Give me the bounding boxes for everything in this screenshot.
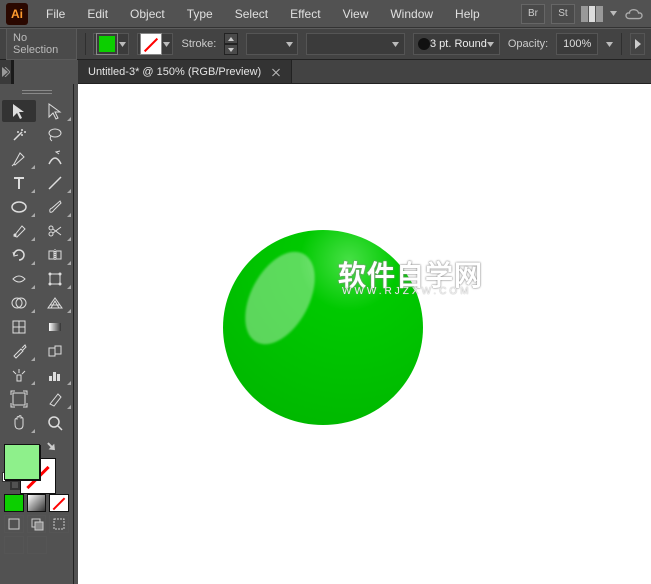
document-tab-title: Untitled-3* @ 150% (RGB/Preview)	[88, 66, 261, 78]
direct-selection-tool[interactable]	[38, 100, 72, 122]
stroke-weight-stepper[interactable]	[224, 33, 238, 55]
app-logo-text: Ai	[11, 7, 23, 21]
color-mode-gradient[interactable]	[27, 494, 47, 512]
selection-indicator: No Selection	[6, 28, 77, 60]
reflect-tool[interactable]	[38, 244, 72, 266]
separator	[621, 33, 622, 55]
panel-drag-handle-icon[interactable]	[2, 88, 71, 98]
menu-bar: Ai File Edit Object Type Select Effect V…	[0, 0, 651, 28]
swap-fill-stroke-icon[interactable]	[42, 440, 62, 460]
chevron-down-icon	[285, 33, 293, 55]
magic-wand-tool[interactable]	[2, 124, 36, 146]
chevron-down-icon	[487, 33, 495, 55]
slice-tool[interactable]	[38, 388, 72, 410]
screen-mode-full[interactable]	[27, 536, 47, 554]
canvas-area[interactable]: 软件自学网 WWW.RJZXW.COM	[78, 84, 651, 584]
draw-mode-row	[2, 515, 71, 533]
fill-stroke-box	[2, 440, 62, 490]
symbol-sprayer-tool[interactable]	[2, 364, 36, 386]
perspective-grid-tool[interactable]	[38, 292, 72, 314]
brush-name: 3 pt. Round	[430, 38, 487, 50]
selection-tool[interactable]	[2, 100, 36, 122]
draw-normal[interactable]	[4, 515, 24, 533]
eyedropper-tool[interactable]	[2, 340, 36, 362]
menu-window[interactable]: Window	[380, 3, 443, 25]
panel-collapse-tab[interactable]	[0, 60, 14, 84]
stock-button[interactable]: St	[551, 4, 575, 24]
tool-panel	[0, 84, 74, 584]
stroke-color-picker[interactable]	[137, 33, 173, 55]
opacity-text: 100%	[563, 38, 591, 50]
draw-inside[interactable]	[49, 515, 69, 533]
artboard[interactable]: 软件自学网 WWW.RJZXW.COM	[78, 84, 651, 584]
draw-behind[interactable]	[27, 515, 47, 533]
document-tab[interactable]: Untitled-3* @ 150% (RGB/Preview)	[78, 60, 292, 83]
blend-tool[interactable]	[38, 340, 72, 362]
type-tool[interactable]	[2, 172, 36, 194]
sync-cloud-icon[interactable]	[623, 6, 645, 22]
scissors-tool[interactable]	[38, 220, 72, 242]
pen-tool[interactable]	[2, 148, 36, 170]
color-mode-color[interactable]	[4, 494, 24, 512]
chevron-down-icon	[118, 33, 126, 55]
highlight-ellipse	[231, 240, 329, 356]
column-graph-tool[interactable]	[38, 364, 72, 386]
opacity-value[interactable]: 100%	[556, 33, 598, 55]
line-tool[interactable]	[38, 172, 72, 194]
separator	[85, 33, 86, 55]
brush-select[interactable]: 3 pt. Round	[413, 33, 500, 55]
step-down-icon[interactable]	[224, 44, 238, 55]
color-mode-row	[2, 494, 71, 512]
gradient-tool[interactable]	[38, 316, 72, 338]
menu-select[interactable]: Select	[225, 3, 278, 25]
fill-color-picker[interactable]	[93, 33, 129, 55]
step-up-icon[interactable]	[224, 33, 238, 44]
workspace-dropdown[interactable]	[609, 3, 617, 25]
rotate-tool[interactable]	[2, 244, 36, 266]
menu-effect[interactable]: Effect	[280, 3, 330, 25]
ellipse-tool[interactable]	[2, 196, 36, 218]
fill-swatch-main[interactable]	[4, 444, 40, 480]
free-transform-tool[interactable]	[38, 268, 72, 290]
shape-builder-tool[interactable]	[2, 292, 36, 314]
hand-tool[interactable]	[2, 412, 36, 434]
zoom-tool[interactable]	[38, 412, 72, 434]
shaper-tool[interactable]	[2, 220, 36, 242]
app-logo: Ai	[6, 3, 28, 25]
close-icon[interactable]	[271, 67, 281, 77]
bridge-button[interactable]: Br	[521, 4, 545, 24]
opacity-label: Opacity:	[508, 38, 548, 50]
fill-swatch	[96, 33, 118, 55]
document-tab-bar: Untitled-3* @ 150% (RGB/Preview)	[78, 60, 651, 84]
menu-view[interactable]: View	[333, 3, 379, 25]
mesh-tool[interactable]	[2, 316, 36, 338]
menu-edit[interactable]: Edit	[77, 3, 118, 25]
control-bar: No Selection Stroke: 3 pt. Round Opacity…	[0, 28, 651, 60]
chevron-down-icon	[392, 33, 400, 55]
menu-object[interactable]: Object	[120, 3, 175, 25]
chevron-down-icon	[162, 33, 170, 55]
menu-help[interactable]: Help	[445, 3, 490, 25]
screen-mode-normal[interactable]	[4, 536, 24, 554]
artboard-tool[interactable]	[2, 388, 36, 410]
lasso-tool[interactable]	[38, 124, 72, 146]
menu-type[interactable]: Type	[177, 3, 223, 25]
screen-mode-row	[2, 536, 71, 554]
stroke-weight-select[interactable]	[246, 33, 298, 55]
menu-file[interactable]: File	[36, 3, 75, 25]
paintbrush-tool[interactable]	[38, 196, 72, 218]
variable-width-select[interactable]	[306, 33, 405, 55]
stroke-swatch-none	[140, 33, 162, 55]
brush-preview-icon	[418, 38, 430, 50]
opacity-dropdown[interactable]	[606, 33, 613, 55]
watermark-text-url: WWW.RJZXW.COM	[342, 286, 472, 297]
workspace-layout-icon[interactable]	[581, 6, 603, 22]
control-more-arrow[interactable]	[630, 33, 645, 55]
width-tool[interactable]	[2, 268, 36, 290]
color-mode-none[interactable]	[49, 494, 69, 512]
curvature-tool[interactable]	[38, 148, 72, 170]
stroke-label: Stroke:	[181, 38, 216, 50]
